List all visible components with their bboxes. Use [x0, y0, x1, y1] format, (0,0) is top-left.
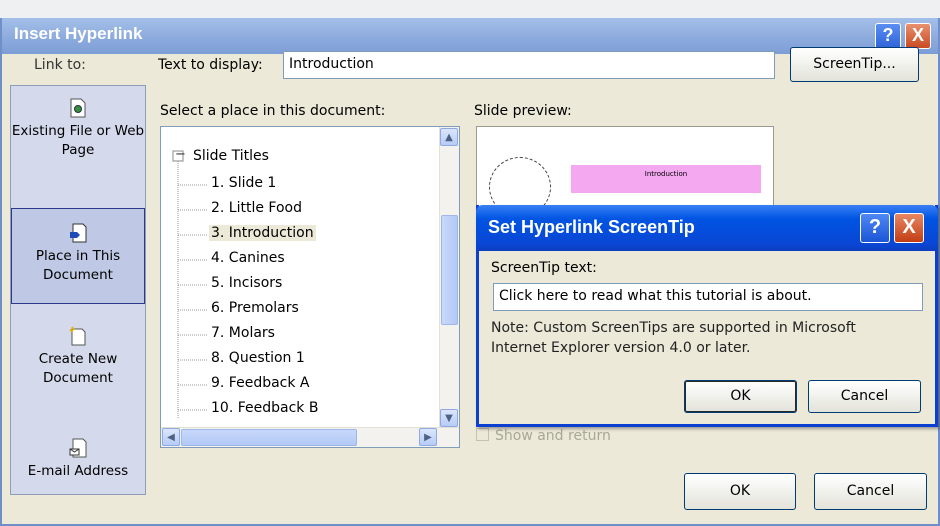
place-tree[interactable]: − Slide Titles 1. Slide 1 2. Little Food…: [160, 126, 460, 448]
set-screentip-dialog: Set Hyperlink ScreenTip ? X ScreenTip te…: [476, 205, 938, 427]
link-email-label: E-mail Address: [27, 463, 129, 479]
scroll-down-icon[interactable]: ▼: [440, 409, 458, 427]
place-list-label: Select a place in this document:: [160, 103, 386, 119]
list-item[interactable]: 6. Premolars: [211, 300, 299, 316]
screentip-ok-button[interactable]: OK: [684, 380, 797, 413]
screentip-dialog-titlebar: Set Hyperlink ScreenTip ? X: [476, 205, 938, 251]
dialog-title: Insert Hyperlink: [14, 24, 143, 43]
screentip-close-button[interactable]: X: [894, 213, 924, 243]
scroll-right-icon[interactable]: ▶: [419, 428, 437, 446]
horizontal-scrollbar[interactable]: ◀ ▶: [161, 427, 459, 447]
screentip-dialog-title: Set Hyperlink ScreenTip: [488, 217, 695, 237]
link-to-sidebar: Existing File or Web Page Place in This …: [10, 85, 146, 495]
link-place-in-document-label: Place in This Document: [35, 248, 121, 283]
show-and-return-checkbox[interactable]: Show and return: [476, 428, 611, 444]
close-button[interactable]: X: [905, 23, 931, 49]
screentip-text-label: ScreenTip text:: [491, 260, 597, 276]
link-create-new-label: Create New Document: [38, 351, 118, 386]
checkbox-box[interactable]: [476, 428, 489, 441]
screentip-text-input[interactable]: Click here to read what this tutorial is…: [493, 283, 923, 311]
vertical-scrollbar[interactable]: ▲ ▼: [439, 127, 459, 429]
cancel-button[interactable]: Cancel: [814, 473, 927, 510]
link-create-new-item[interactable]: Create New Document: [11, 326, 145, 388]
existing-file-icon: [70, 98, 86, 118]
ok-button[interactable]: OK: [684, 473, 796, 510]
link-place-in-document-item[interactable]: Place in This Document: [11, 208, 145, 304]
list-item[interactable]: 9. Feedback A: [211, 375, 310, 391]
link-to-label: Link to:: [34, 57, 86, 73]
link-existing-file-item[interactable]: Existing File or Web Page: [11, 98, 145, 160]
link-existing-file-label: Existing File or Web Page: [11, 123, 145, 158]
list-item[interactable]: 7. Molars: [211, 325, 275, 341]
scroll-left-icon[interactable]: ◀: [162, 428, 180, 446]
list-item[interactable]: 1. Slide 1: [211, 175, 276, 191]
help-button[interactable]: ?: [875, 23, 901, 49]
list-item[interactable]: 8. Question 1: [211, 350, 305, 366]
new-document-icon: [69, 326, 86, 346]
screentip-button[interactable]: ScreenTip...: [790, 47, 919, 82]
horizontal-scroll-thumb[interactable]: [181, 429, 357, 446]
place-in-document-icon: [70, 223, 87, 243]
list-item[interactable]: 2. Little Food: [211, 200, 302, 216]
collapse-toggle-icon[interactable]: −: [175, 148, 186, 161]
slide-preview-title: Introduction: [571, 165, 761, 193]
tree-root-slide-titles[interactable]: Slide Titles: [193, 148, 269, 164]
email-address-icon: [69, 438, 87, 458]
text-to-display-input[interactable]: Introduction: [283, 51, 775, 79]
text-to-display-label: Text to display:: [158, 57, 263, 73]
screentip-cancel-button[interactable]: Cancel: [808, 380, 921, 413]
list-item[interactable]: 5. Incisors: [211, 275, 282, 291]
slide-preview-label: Slide preview:: [474, 103, 572, 119]
vertical-scroll-thumb[interactable]: [441, 215, 458, 325]
list-item[interactable]: 10. Feedback B: [211, 400, 318, 416]
scroll-up-icon[interactable]: ▲: [440, 128, 458, 146]
screentip-note: Note: Custom ScreenTips are supported in…: [491, 320, 856, 356]
link-email-item[interactable]: E-mail Address: [11, 438, 145, 481]
show-and-return-label: Show and return: [495, 428, 611, 444]
list-item-selected[interactable]: 3. Introduction: [209, 225, 316, 241]
screentip-help-button[interactable]: ?: [860, 213, 890, 243]
list-item[interactable]: 4. Canines: [211, 250, 285, 266]
